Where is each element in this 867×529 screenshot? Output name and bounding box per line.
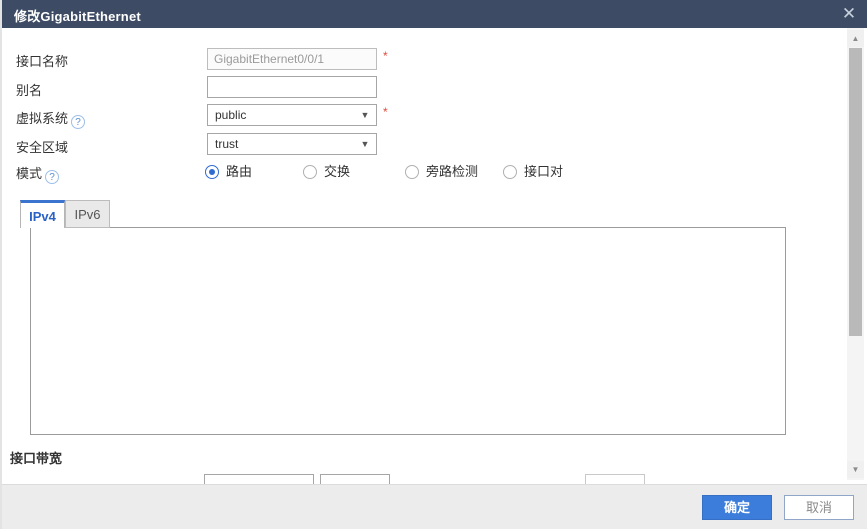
interface-name-input (207, 48, 377, 70)
close-icon[interactable]: ✕ (839, 4, 859, 24)
mode-label-text: 模式 (16, 166, 42, 181)
mode-option-label: 旁路检测 (426, 164, 478, 179)
security-zone-label: 安全区域 (16, 137, 68, 156)
chevron-down-icon[interactable]: ▼ (355, 106, 375, 124)
radio-selected-icon (205, 165, 219, 179)
security-zone-select[interactable]: trust ▼ (207, 133, 377, 155)
alias-label: 别名 (16, 80, 42, 99)
dialog-titlebar: 修改GigabitEthernet ✕ (2, 0, 867, 28)
ok-button[interactable]: 确定 (702, 495, 772, 520)
radio-icon (303, 165, 317, 179)
cancel-button[interactable]: 取消 (784, 495, 854, 520)
virtual-system-value: public (215, 108, 246, 122)
bandwidth-section-title: 接口带宽 (10, 448, 62, 467)
virtual-system-label: 虚拟系统? (16, 108, 85, 129)
mode-option-label: 接口对 (524, 164, 563, 179)
ipv4-panel (30, 227, 786, 435)
virtual-system-select[interactable]: public ▼ (207, 104, 377, 126)
required-asterisk: * (383, 105, 388, 119)
tab-ipv4[interactable]: IPv4 (20, 200, 65, 228)
tab-ipv6[interactable]: IPv6 (65, 200, 110, 228)
mode-radio-switch[interactable]: 交换 (303, 161, 350, 180)
mode-option-label: 路由 (226, 164, 252, 179)
security-zone-value: trust (215, 137, 238, 151)
help-icon[interactable]: ? (45, 170, 59, 184)
mode-radio-route[interactable]: 路由 (205, 161, 252, 180)
radio-icon (503, 165, 517, 179)
required-asterisk: * (383, 49, 388, 63)
alias-input[interactable] (207, 76, 377, 98)
interface-name-label: 接口名称 (16, 51, 68, 70)
help-icon[interactable]: ? (71, 115, 85, 129)
dialog-footer: 确定 取消 (2, 484, 867, 529)
mode-radio-interface-pair[interactable]: 接口对 (503, 161, 563, 180)
scroll-up-icon[interactable]: ▲ (847, 30, 864, 47)
radio-icon (405, 165, 419, 179)
mode-label: 模式? (16, 163, 59, 184)
chevron-down-icon[interactable]: ▼ (355, 135, 375, 153)
virtual-system-label-text: 虚拟系统 (16, 111, 68, 126)
scroll-down-icon[interactable]: ▼ (847, 461, 864, 478)
mode-radio-bypass[interactable]: 旁路检测 (405, 161, 478, 180)
mode-option-label: 交换 (324, 164, 350, 179)
scrollbar[interactable]: ▲ ▼ (847, 28, 864, 480)
modify-interface-dialog: 修改GigabitEthernet ✕ 接口名称 * 别名 虚拟系统? publ… (0, 0, 867, 529)
scrollbar-thumb[interactable] (849, 48, 862, 336)
dialog-title: 修改GigabitEthernet (14, 6, 141, 25)
